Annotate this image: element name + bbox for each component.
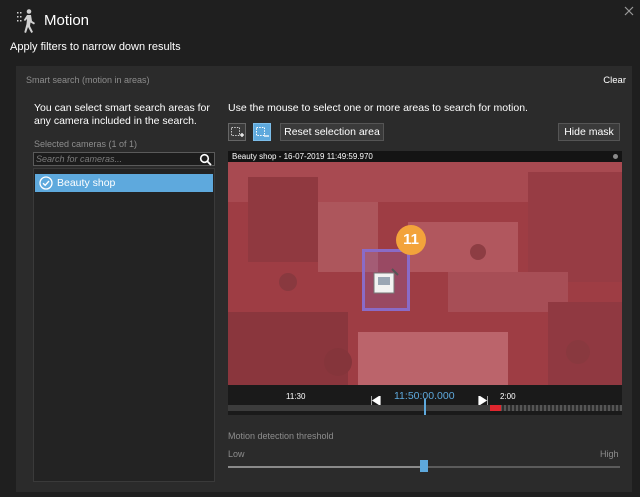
close-icon[interactable]: [622, 4, 636, 18]
check-circle-icon[interactable]: [39, 176, 53, 190]
selected-cameras-count: Selected cameras (1 of 1): [34, 139, 138, 149]
window-subtitle: Apply filters to narrow down results: [10, 41, 181, 53]
threshold-slider-fill: [228, 466, 424, 468]
add-area-button[interactable]: [228, 123, 246, 141]
clear-button[interactable]: Clear: [603, 75, 626, 86]
timeline[interactable]: 11:30 11:50:00.000 2:00: [228, 385, 622, 415]
area-help-text: Use the mouse to select one or more area…: [228, 102, 528, 114]
motion-walking-icon: [17, 8, 37, 34]
previous-icon[interactable]: [370, 392, 381, 407]
window-title: Motion: [44, 12, 90, 29]
remove-area-button[interactable]: [253, 123, 271, 141]
video-view[interactable]: Beauty shop - 16-07-2019 11:49:59.970 11: [228, 151, 622, 385]
camera-list: Beauty shop: [33, 168, 215, 482]
panel-title: Smart search (motion in areas): [26, 75, 150, 85]
next-icon[interactable]: [478, 392, 489, 407]
camera-item-label: Beauty shop: [57, 177, 116, 189]
timeline-no-data-range: [500, 405, 622, 411]
callout-badge: 11: [396, 225, 426, 255]
camera-status-dot: [613, 154, 618, 159]
reset-selection-area-button[interactable]: Reset selection area: [280, 123, 384, 141]
threshold-high-label: High: [600, 449, 619, 459]
motion-mask-overlay[interactable]: [228, 162, 622, 385]
camera-search-box: [33, 152, 215, 166]
timeline-motion-marker: [490, 405, 501, 411]
timeline-playhead[interactable]: [424, 399, 426, 415]
remove-area-icon: [254, 127, 270, 144]
hide-mask-button[interactable]: Hide mask: [558, 123, 620, 141]
smart-search-panel: Smart search (motion in areas) Clear You…: [16, 66, 632, 492]
timeline-end-label: 2:00: [500, 392, 516, 401]
panel-header: Smart search (motion in areas) Clear: [16, 66, 632, 92]
cameras-help-text: You can select smart search areas for an…: [34, 102, 210, 127]
title-bar: Motion Apply filters to narrow down resu…: [0, 0, 640, 60]
threshold-slider[interactable]: [228, 460, 620, 472]
threshold-title: Motion detection threshold: [228, 431, 334, 441]
threshold-low-label: Low: [228, 449, 245, 459]
add-area-icon: [229, 127, 245, 144]
selection-cursor-icon: [372, 267, 400, 297]
threshold-slider-thumb[interactable]: [420, 460, 428, 472]
timeline-start-label: 11:30: [286, 392, 306, 401]
search-icon[interactable]: [199, 153, 212, 166]
camera-search-input[interactable]: [36, 153, 196, 165]
video-caption: Beauty shop - 16-07-2019 11:49:59.970: [228, 151, 622, 162]
camera-item-beauty-shop[interactable]: Beauty shop: [35, 174, 213, 192]
